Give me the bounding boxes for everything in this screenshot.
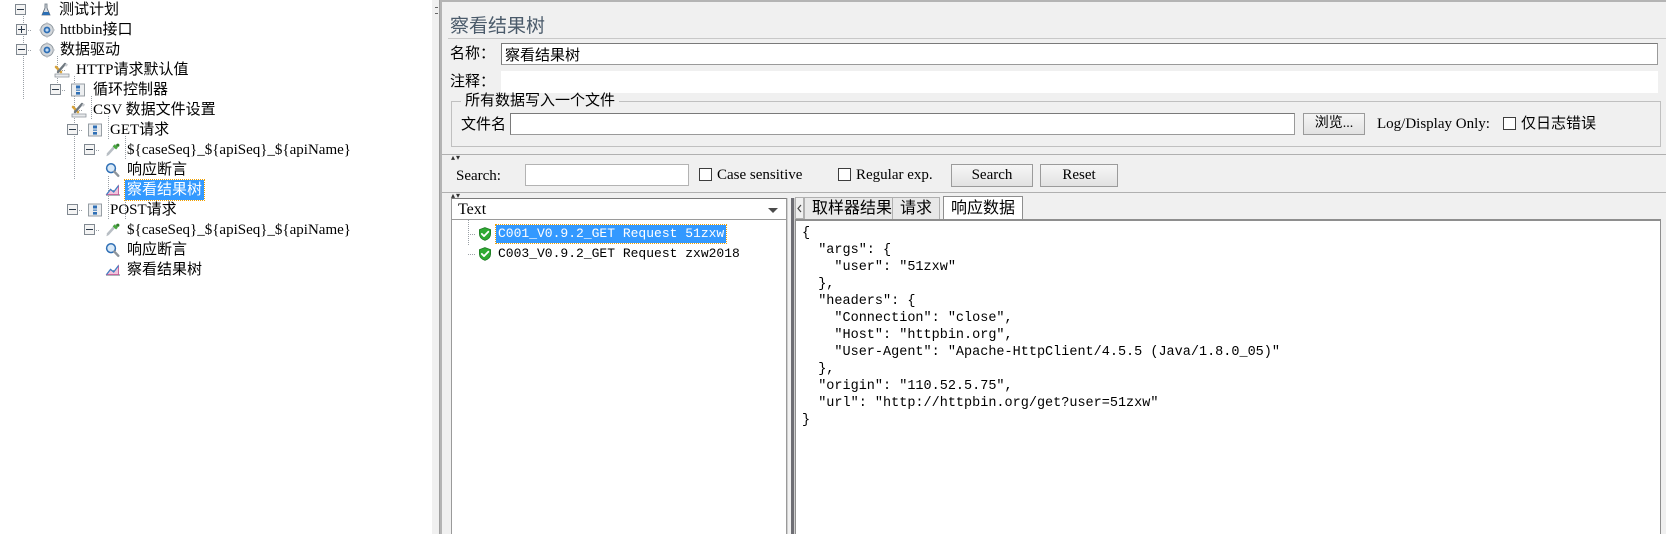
- list-item[interactable]: C001_V0.9.2_GET Request 51zxw: [452, 224, 786, 244]
- page-title: 察看结果树: [450, 16, 546, 37]
- list-item[interactable]: C003_V0.9.2_GET Request zxw2018: [452, 245, 786, 263]
- tree-node-label: httbbin接口: [60, 22, 133, 38]
- result-guide-line: [468, 254, 476, 255]
- tree-node-label: 察看结果树: [123, 179, 206, 201]
- test-plan-icon: [38, 2, 54, 18]
- tab-sampler-result[interactable]: 取样器结果: [804, 197, 901, 220]
- write-all-data-legend: 所有数据写入一个文件: [461, 93, 620, 109]
- filename-input[interactable]: [510, 113, 1295, 135]
- response-data-text[interactable]: { "args": { "user": "51zxw" }, "headers"…: [795, 220, 1661, 534]
- thread-group-icon: [39, 22, 55, 38]
- test-plan-tree[interactable]: 测试计划 httbbin接口 数据驱动 HTTP请求默认值 循环控制器 CSV …: [0, 0, 431, 534]
- assertion-icon: [104, 242, 120, 258]
- panel-splitter[interactable]: [431, 0, 440, 534]
- chevron-down-icon[interactable]: [768, 208, 778, 213]
- name-row: 名称：: [450, 43, 1658, 65]
- case-sensitive-checkbox[interactable]: [699, 168, 712, 181]
- results-list[interactable]: C001_V0.9.2_GET Request 51zxw C003_V0.9.…: [451, 220, 787, 534]
- config-element-icon: [53, 62, 70, 78]
- detail-tabs[interactable]: 取样器结果 请求 响应数据: [795, 196, 1661, 220]
- tree-toggle-icon[interactable]: [15, 4, 26, 15]
- renderer-selected-value: Text: [458, 201, 487, 218]
- http-sampler-icon: [104, 142, 120, 158]
- tab-scroll-left[interactable]: [795, 197, 804, 219]
- controller-icon: [87, 122, 103, 138]
- http-sampler-icon: [104, 222, 120, 238]
- list-item-label: C001_V0.9.2_GET Request 51zxw: [494, 224, 728, 244]
- view-results-tree-icon: [104, 262, 120, 278]
- results-section-divider: [442, 192, 1666, 193]
- comment-input[interactable]: [501, 71, 1658, 93]
- tab-request[interactable]: 请求: [892, 197, 941, 220]
- tree-node-label: GET请求: [110, 122, 170, 138]
- tree-toggle-icon[interactable]: [84, 224, 95, 235]
- detail-splitter-thumb[interactable]: [791, 198, 794, 534]
- tree-node-label: CSV 数据文件设置: [93, 102, 216, 118]
- tree-node-label: 响应断言: [127, 162, 188, 178]
- log-display-only-label: Log/Display Only:: [1377, 116, 1490, 132]
- tree-node-label: 测试计划: [59, 2, 120, 18]
- tree-node-label: 循环控制器: [93, 82, 169, 98]
- tree-node-label: 响应断言: [127, 242, 188, 258]
- search-label: Search:: [456, 168, 501, 184]
- search-input[interactable]: [525, 164, 689, 186]
- tree-node-label: POST请求: [110, 202, 177, 218]
- name-input[interactable]: [501, 43, 1658, 65]
- splitter-arrows-icon[interactable]: ▴▾: [451, 153, 461, 162]
- regular-exp-label: Regular exp.: [856, 167, 933, 183]
- view-results-tree-panel: 察看结果树 名称： 注释： 所有数据写入一个文件 文件名 浏览... Log/D…: [440, 0, 1666, 534]
- tree-toggle-icon[interactable]: [67, 124, 78, 135]
- filename-label: 文件名: [461, 117, 507, 133]
- browse-button[interactable]: 浏览...: [1303, 113, 1365, 135]
- renderer-combo[interactable]: Text: [451, 198, 787, 220]
- tree-toggle-icon[interactable]: [67, 204, 78, 215]
- errors-only-label: 仅日志错误: [1521, 116, 1597, 132]
- success-status-icon: [478, 227, 492, 247]
- controller-icon: [70, 82, 86, 98]
- controller-icon: [87, 202, 103, 218]
- regular-exp-checkbox[interactable]: [838, 168, 851, 181]
- search-section-divider: [442, 154, 1666, 155]
- jmeter-window: 测试计划 httbbin接口 数据驱动 HTTP请求默认值 循环控制器 CSV …: [0, 0, 1666, 534]
- tree-node-label: ${caseSeq}_${apiSeq}_${apiName}: [127, 222, 351, 238]
- comment-label: 注释：: [450, 74, 496, 90]
- thread-group-icon: [39, 42, 55, 58]
- assertion-icon: [104, 162, 120, 178]
- view-results-tree-icon: [104, 182, 120, 198]
- tree-toggle-icon[interactable]: [16, 24, 27, 35]
- tree-node-label: 察看结果树: [127, 262, 203, 278]
- tree-node-label: 数据驱动: [60, 42, 121, 58]
- write-all-data-group: 所有数据写入一个文件 文件名 浏览... Log/Display Only: 仅…: [451, 93, 1661, 147]
- tree-toggle-icon[interactable]: [50, 84, 61, 95]
- result-guide-line: [468, 234, 476, 235]
- tree-toggle-icon[interactable]: [16, 44, 27, 55]
- tree-node-label: ${caseSeq}_${apiSeq}_${apiName}: [127, 142, 351, 158]
- tree-node-label: HTTP请求默认值: [76, 62, 189, 78]
- comment-row: 注释：: [450, 71, 1658, 93]
- config-element-icon: [70, 102, 87, 118]
- search-button[interactable]: Search: [951, 164, 1033, 187]
- reset-button[interactable]: Reset: [1040, 164, 1118, 187]
- case-sensitive-label: Case sensitive: [717, 167, 803, 183]
- tree-toggle-icon[interactable]: [84, 144, 95, 155]
- errors-only-checkbox[interactable]: [1503, 117, 1516, 130]
- name-label: 名称：: [450, 46, 496, 62]
- search-bar: Search: Case sensitive Regular exp. Sear…: [451, 162, 1661, 192]
- splitter-grip-icon[interactable]: [434, 2, 438, 14]
- title-divider: [448, 38, 1666, 39]
- list-item-label: C003_V0.9.2_GET Request zxw2018: [498, 246, 740, 261]
- tab-response-data[interactable]: 响应数据: [943, 196, 1024, 220]
- success-status-icon: [478, 247, 492, 267]
